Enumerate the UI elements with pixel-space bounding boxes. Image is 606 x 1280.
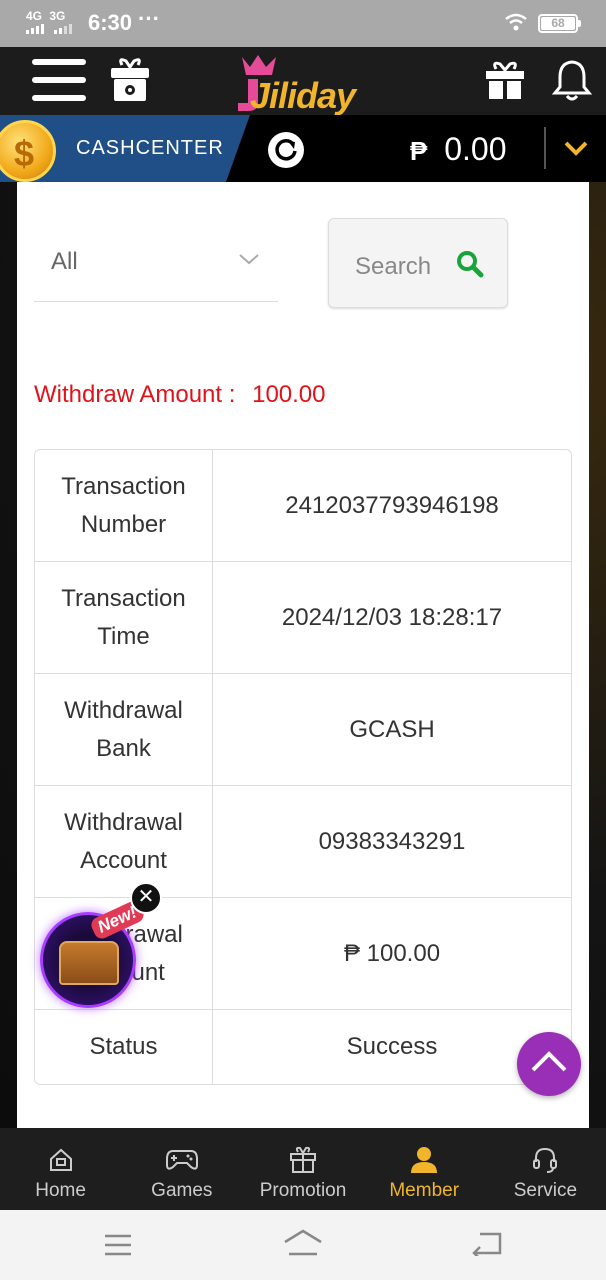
table-row: Transaction Number 2412037793946198 [35,450,571,562]
battery-level: 68 [551,16,565,30]
table-row: Status Success [35,1010,571,1084]
nav-service[interactable]: Service [485,1128,606,1210]
treasure-chest-icon [59,941,119,985]
table-row: Transaction Time 2024/12/03 18:28:17 [35,562,571,674]
network-indicator: 4G 3G [26,9,78,34]
home-button-icon[interactable] [283,1228,323,1258]
promo-close-button[interactable]: ✕ [130,882,162,914]
withdraw-amount-summary: Withdraw Amount : 100.00 [34,381,326,409]
network-3g-label: 3G [49,9,66,23]
nav-home-label: Home [35,1180,86,1201]
chevron-down-icon[interactable] [562,137,590,159]
filter-selected-value: All [51,248,78,275]
gift-icon [290,1146,316,1173]
cash-center-label: CASHCENTER [76,137,224,159]
system-navigation-bar [0,1210,606,1280]
nav-home[interactable]: Home [0,1128,121,1210]
gift-box-icon[interactable] [108,57,152,105]
nav-service-label: Service [513,1180,578,1201]
headset-icon [533,1147,558,1173]
chevron-down-icon [239,254,259,265]
withdraw-amount-label: Withdraw Amount : [34,381,236,408]
nav-member-label: Member [389,1180,460,1201]
search-icon [457,251,484,278]
balance-display: ₱ 0.00 [410,131,507,168]
refresh-icon [275,139,297,161]
row-label: Withdrawal Bank [35,674,213,785]
gamepad-icon [165,1150,198,1170]
row-value: GCASH [349,715,435,743]
withdraw-amount-value: 100.00 [252,381,326,408]
scroll-to-top-button[interactable] [517,1032,581,1096]
recent-apps-icon[interactable] [104,1234,132,1256]
search-label: Search [355,253,432,280]
balance-value: 0.00 [444,131,507,167]
nav-games-label: Games [151,1180,213,1201]
clock: 6:30 [88,10,133,35]
promo-treasure-button[interactable]: New! [40,898,146,1008]
row-label: Withdrawal Account [35,786,213,897]
status-bar: 4G 3G 6:30 ··· 68 [0,0,606,47]
row-value: 2412037793946198 [285,491,499,519]
notification-dots: ··· [138,6,160,31]
nav-promotion-label: Promotion [259,1180,347,1201]
app-logo[interactable]: Jiliday [232,49,382,116]
wifi-icon [505,13,527,31]
chevron-up-icon [531,1051,567,1072]
row-label: Transaction Number [35,450,213,561]
member-icon [411,1147,438,1173]
row-label: Status [35,1010,213,1084]
network-4g-label: 4G [26,9,43,23]
home-icon [49,1148,72,1171]
table-row: Withdrawal Account 09383343291 [35,786,571,898]
table-row: Withdrawal Bank GCASH [35,674,571,786]
cash-center-bar: $ CASHCENTER ₱ 0.00 [0,115,606,182]
nav-promotion[interactable]: Promotion [242,1128,363,1210]
signal-bars-icon [26,24,72,34]
bottom-navigation: Home Games Promotion Member Service [0,1128,606,1210]
row-label: Transaction Time [35,562,213,673]
bell-icon[interactable] [552,59,592,101]
close-icon: ✕ [137,886,155,908]
nav-member[interactable]: Member [364,1128,485,1210]
present-icon[interactable] [484,61,526,101]
battery-indicator: 68 [538,14,581,33]
hamburger-menu-icon[interactable] [32,59,86,101]
row-value: 2024/12/03 18:28:17 [281,603,503,631]
search-button[interactable]: Search [328,218,508,308]
nav-games[interactable]: Games [121,1128,242,1210]
divider [544,127,546,169]
type-filter-select[interactable]: All [34,220,278,302]
row-value: 09383343291 [318,827,466,855]
app-header: Jiliday [0,47,606,116]
back-button-icon[interactable] [472,1232,502,1256]
refresh-balance-button[interactable] [268,132,304,168]
logo-text: Jiliday [250,75,356,116]
row-value: ₱ 100.00 [343,939,441,967]
currency-symbol: ₱ [410,136,428,166]
